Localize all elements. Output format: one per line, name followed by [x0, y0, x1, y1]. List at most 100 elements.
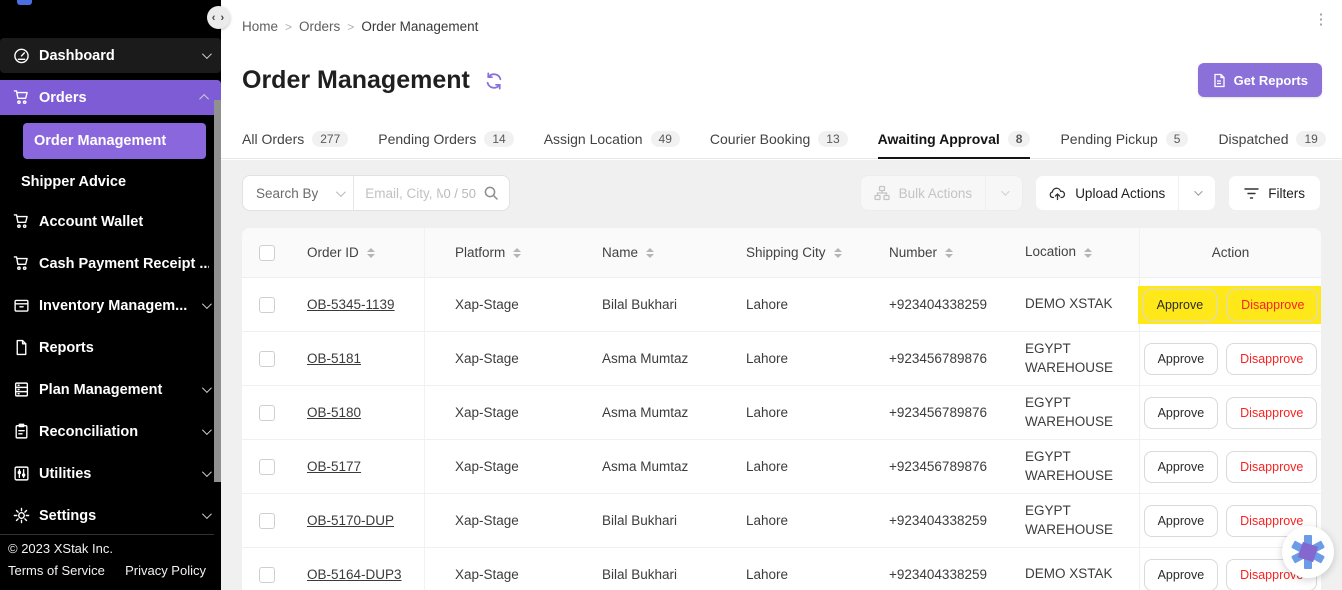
- disapprove-button[interactable]: Disapprove: [1226, 397, 1317, 429]
- order-id-link[interactable]: OB-5170-DUP: [307, 513, 394, 528]
- inventory-icon: [13, 297, 30, 314]
- sidebar-item-inventory-managem[interactable]: Inventory Managem...: [0, 288, 221, 323]
- asterisk-icon: [1290, 534, 1326, 570]
- row-checkbox[interactable]: [259, 405, 275, 421]
- sort-icon[interactable]: [945, 248, 953, 258]
- chevron-down-icon: [1001, 187, 1009, 195]
- tab-all-orders[interactable]: All Orders277: [242, 120, 348, 159]
- cart-icon: [13, 213, 30, 230]
- row-checkbox[interactable]: [259, 351, 275, 367]
- sort-icon[interactable]: [367, 248, 375, 258]
- sidebar-item-account-wallet[interactable]: Account Wallet: [0, 204, 221, 239]
- orders-table: Order IDPlatformNameShipping CityNumberL…: [242, 228, 1321, 590]
- order-id-link[interactable]: OB-5181: [307, 351, 361, 366]
- column-header-order-id[interactable]: Order ID: [290, 228, 425, 277]
- chevron-down-icon: [202, 383, 212, 393]
- approve-button[interactable]: Approve: [1144, 397, 1219, 429]
- disapprove-button[interactable]: Disapprove: [1226, 451, 1317, 483]
- search-by-dropdown[interactable]: Search By: [243, 186, 353, 201]
- get-reports-button[interactable]: Get Reports: [1198, 63, 1322, 97]
- column-header-shipping-city[interactable]: Shipping City: [719, 228, 863, 277]
- table-header: Order IDPlatformNameShipping CityNumberL…: [242, 228, 1321, 278]
- approve-button[interactable]: Approve: [1144, 451, 1219, 483]
- approve-button[interactable]: Approve: [1143, 289, 1218, 321]
- bulk-actions-button[interactable]: Bulk Actions: [860, 175, 1024, 211]
- order-id-link[interactable]: OB-5177: [307, 459, 361, 474]
- upload-actions-dropdown[interactable]: [1179, 176, 1215, 210]
- tab-courier-booking[interactable]: Courier Booking13: [710, 120, 848, 159]
- tab-dispatched[interactable]: Dispatched19: [1218, 120, 1325, 159]
- approve-button[interactable]: Approve: [1144, 559, 1219, 590]
- tab-label: Assign Location: [544, 131, 643, 147]
- column-header-platform[interactable]: Platform: [425, 228, 572, 277]
- sidebar-item-utilities[interactable]: Utilities: [0, 456, 221, 491]
- tab-count-badge: 19: [1296, 131, 1325, 147]
- tab-pending-orders[interactable]: Pending Orders14: [378, 120, 513, 159]
- gear-icon: [13, 507, 30, 524]
- upload-actions-button[interactable]: Upload Actions: [1035, 175, 1216, 211]
- bulk-actions-dropdown[interactable]: [986, 176, 1022, 210]
- disapprove-button[interactable]: Disapprove: [1227, 289, 1318, 321]
- sort-icon[interactable]: [646, 248, 654, 258]
- row-checkbox[interactable]: [259, 459, 275, 475]
- approve-button[interactable]: Approve: [1144, 343, 1219, 375]
- tab-label: Awaiting Approval: [878, 131, 1000, 147]
- report-icon: [1212, 73, 1226, 88]
- row-checkbox[interactable]: [259, 513, 275, 529]
- sidebar-item-label: Inventory Managem...: [39, 298, 202, 314]
- name-cell: Bilal Bukhari: [572, 548, 719, 590]
- sidebar-item-reports[interactable]: Reports: [0, 330, 221, 365]
- breadcrumb-home[interactable]: Home: [242, 19, 278, 34]
- filters-button[interactable]: Filters: [1228, 175, 1321, 211]
- extension-widget[interactable]: [1282, 526, 1334, 578]
- name-cell: Bilal Bukhari: [572, 278, 719, 331]
- tab-awaiting-approval[interactable]: Awaiting Approval8: [878, 120, 1031, 159]
- tab-count-badge: 13: [818, 131, 847, 147]
- sidebar-scrollbar[interactable]: [214, 100, 221, 482]
- tab-label: All Orders: [242, 131, 304, 147]
- tab-assign-location[interactable]: Assign Location49: [544, 120, 680, 159]
- order-id-link[interactable]: OB-5345-1139: [307, 297, 395, 312]
- tab-label: Pending Orders: [378, 131, 476, 147]
- table-row: OB-5181Xap-StageAsma MumtazLahore+923456…: [242, 332, 1321, 386]
- disapprove-button[interactable]: Disapprove: [1226, 343, 1317, 375]
- tabs-overflow-icon[interactable]: ⋮: [1312, 8, 1330, 32]
- refresh-icon[interactable]: [484, 71, 504, 91]
- sidebar-collapse-toggle[interactable]: ‹ ›: [207, 6, 230, 29]
- search-input[interactable]: [354, 186, 443, 201]
- terms-of-service-link[interactable]: Terms of Service: [8, 563, 105, 578]
- order-id-link[interactable]: OB-5164-DUP3: [307, 567, 402, 582]
- column-header-location[interactable]: Location: [1007, 228, 1139, 277]
- sidebar-item-cash-payment-receipt[interactable]: Cash Payment Receipt ...: [0, 246, 221, 281]
- sort-icon[interactable]: [513, 248, 521, 258]
- location-cell: EGYPT WAREHOUSE: [1007, 386, 1139, 439]
- sitemap-icon: [874, 185, 890, 201]
- sort-icon[interactable]: [1084, 248, 1092, 258]
- sidebar-item-settings[interactable]: Settings: [0, 498, 221, 533]
- column-header-number[interactable]: Number: [863, 228, 1007, 277]
- sidebar-item-shipper-advice[interactable]: Shipper Advice: [10, 167, 221, 197]
- breadcrumb-orders[interactable]: Orders: [299, 19, 340, 34]
- sidebar-item-plan-management[interactable]: Plan Management: [0, 372, 221, 407]
- column-header-name[interactable]: Name: [572, 228, 719, 277]
- breadcrumb: Home>Orders>Order Management: [242, 19, 478, 34]
- search-icon[interactable]: [483, 185, 499, 201]
- privacy-policy-link[interactable]: Privacy Policy: [125, 563, 206, 578]
- sidebar-item-label: Reports: [39, 340, 209, 356]
- approve-button[interactable]: Approve: [1144, 505, 1219, 537]
- sidebar-item-orders[interactable]: Orders: [0, 80, 221, 115]
- chevron-down-icon: [202, 425, 212, 435]
- sidebar-item-order-management[interactable]: Order Management: [23, 123, 206, 159]
- shipping-city-cell: Lahore: [719, 332, 863, 385]
- action-cell: Approve Disapprove: [1139, 278, 1321, 331]
- order-id-link[interactable]: OB-5180: [307, 405, 361, 420]
- action-cell: ApproveDisapprove: [1139, 386, 1321, 439]
- row-checkbox[interactable]: [259, 297, 275, 313]
- sidebar-item-dashboard[interactable]: Dashboard: [0, 38, 221, 73]
- row-checkbox[interactable]: [259, 567, 275, 583]
- select-all-checkbox[interactable]: [259, 245, 275, 261]
- name-cell: Bilal Bukhari: [572, 494, 719, 547]
- sidebar-item-reconciliation[interactable]: Reconciliation: [0, 414, 221, 449]
- tab-pending-pickup[interactable]: Pending Pickup5: [1060, 120, 1188, 159]
- sort-icon[interactable]: [834, 248, 842, 258]
